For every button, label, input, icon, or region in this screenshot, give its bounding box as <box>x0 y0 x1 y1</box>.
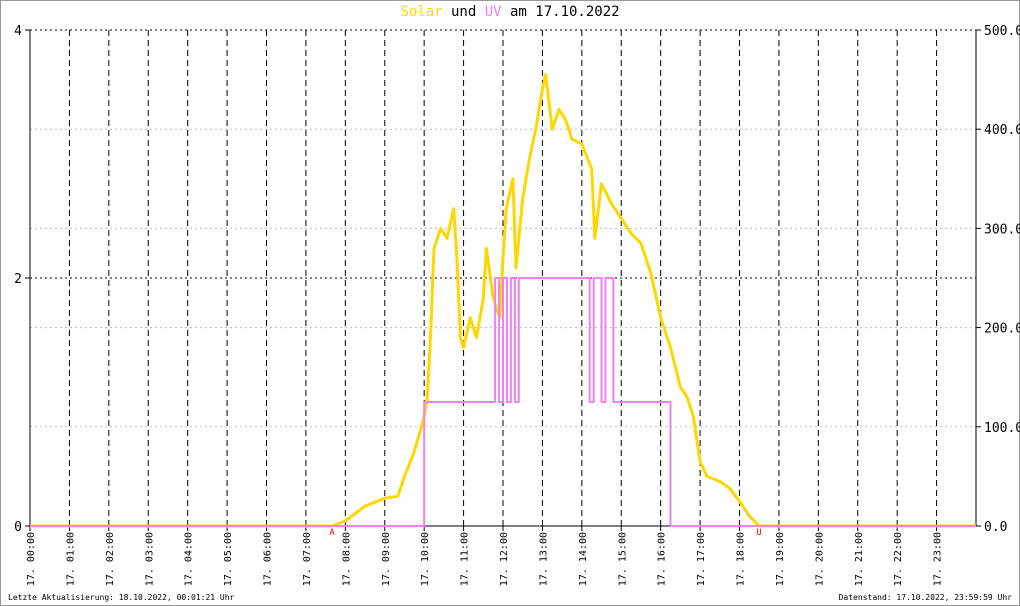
x-tick-label: 17. 23:00 <box>933 532 944 586</box>
chart-plot: 0.0 100.0 200.0 300.0 400.0 500.0 0 2 4 17. 00:00… <box>14 24 1020 586</box>
y-left-tick-label: 2 <box>14 272 22 287</box>
y-right-tick-label: 200.0 <box>984 322 1020 337</box>
x-tick-label: 17. 20:00 <box>814 532 825 586</box>
chart-window: Solar und UV am 17.10.2022 0.0 100.0 200.0… <box>0 0 1020 606</box>
x-tick-label: 17. 11:00 <box>460 532 471 586</box>
y-left-tick-label: 0 <box>14 520 22 535</box>
x-tick-label: 17. 09:00 <box>381 532 392 586</box>
footer-last-update: Letzte Aktualisierung: 18.10.2022, 00:01… <box>8 593 235 602</box>
x-tick-label: 17. 16:00 <box>657 532 668 586</box>
x-tick-label: 17. 02:00 <box>105 532 116 586</box>
y-right-tick-label: 500.0 <box>984 24 1020 39</box>
y-right-tick-label: 100.0 <box>984 421 1020 436</box>
y-right-tick-label: 0.0 <box>984 520 1007 535</box>
x-tick-label: 17. 13:00 <box>538 532 549 586</box>
x-tick-label: 17. 17:00 <box>696 532 707 586</box>
sunset-marker: U <box>756 528 761 538</box>
y-right-tick-label: 300.0 <box>984 222 1020 237</box>
x-tick-label: 17. 07:00 <box>302 532 313 586</box>
y-left-tick-label: 4 <box>14 24 22 39</box>
x-tick-label: 17. 00:00 <box>26 532 37 586</box>
x-tick-label: 17. 05:00 <box>223 532 234 586</box>
y-right-tick-label: 400.0 <box>984 123 1020 138</box>
x-tick-label: 17. 08:00 <box>341 532 352 586</box>
x-tick-label: 17. 21:00 <box>854 532 865 586</box>
x-tick-label: 17. 01:00 <box>65 532 76 586</box>
x-tick-label: 17. 19:00 <box>775 532 786 586</box>
series-uv-line <box>30 277 976 527</box>
x-tick-label: 17. 10:00 <box>420 532 431 586</box>
x-tick-label: 17. 04:00 <box>184 532 195 586</box>
x-tick-label: 17. 14:00 <box>578 532 589 586</box>
x-tick-label: 17. 18:00 <box>736 532 747 586</box>
x-tick-label: 17. 15:00 <box>617 532 628 586</box>
x-tick-label: 17. 22:00 <box>893 532 904 586</box>
x-tick-label: 17. 03:00 <box>144 532 155 586</box>
x-tick-label: 17. 06:00 <box>263 532 274 586</box>
sunrise-marker: A <box>329 528 335 538</box>
x-tick-label: 17. 12:00 <box>499 532 510 586</box>
footer-data-state: Datenstand: 17.10.2022, 23:59:59 Uhr <box>838 593 1012 602</box>
